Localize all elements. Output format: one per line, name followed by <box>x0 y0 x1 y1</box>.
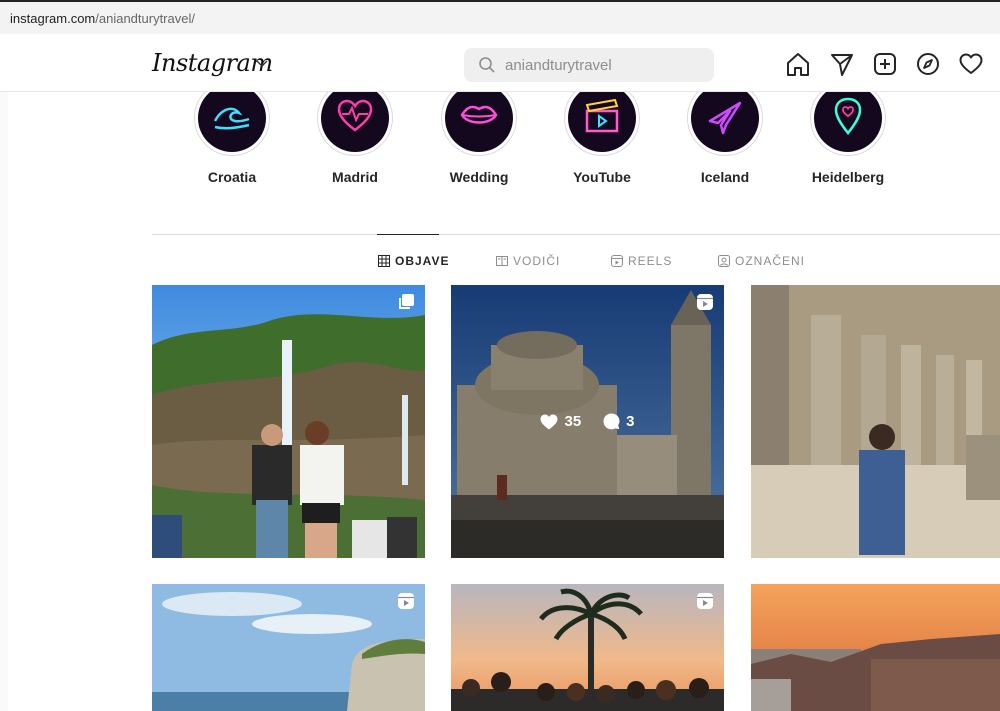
highlight-label: Croatia <box>207 169 257 185</box>
profile-tabs-divider <box>152 234 1000 235</box>
tagged-icon <box>718 255 730 267</box>
post-image-cliff-sea <box>152 584 425 711</box>
likes-value: 35 <box>564 413 582 430</box>
highlight-label: Heidelberg <box>811 169 885 185</box>
post-image-palm-sunset <box>451 584 724 711</box>
wave-icon <box>213 107 250 130</box>
active-tab-indicator <box>377 234 439 235</box>
grid-icon <box>378 255 390 267</box>
explore-compass-icon[interactable] <box>914 50 942 78</box>
tab-posts[interactable]: OBJAVE <box>378 254 449 268</box>
post-thumbnail[interactable] <box>451 584 724 711</box>
tab-label: VODIČI <box>513 254 561 268</box>
reels-icon <box>611 255 623 267</box>
home-icon[interactable] <box>784 50 812 78</box>
highlight-label: YouTube <box>573 169 631 185</box>
url-path: /aniandturytravel/ <box>95 11 195 26</box>
heart-filled-icon <box>540 414 558 429</box>
heartbeat-icon <box>337 99 373 132</box>
highlight-label: Iceland <box>700 169 750 185</box>
chevron-down-icon[interactable] <box>256 57 268 71</box>
highlight-cover <box>687 92 763 158</box>
highlight-label: Madrid <box>332 169 378 185</box>
tab-reels[interactable]: REELS <box>611 254 672 268</box>
url-host: instagram.com <box>10 11 96 26</box>
page-left-gutter <box>0 92 8 711</box>
guide-icon <box>496 256 508 266</box>
browser-address-bar[interactable]: instagram.com/aniandturytravel/ <box>0 0 1000 34</box>
highlight-youtube[interactable]: YouTube <box>557 92 647 185</box>
comments-value: 3 <box>626 413 635 430</box>
search-input[interactable]: aniandturytravel <box>464 48 714 82</box>
likes-count: 35 <box>540 413 581 430</box>
lips-icon <box>460 105 498 124</box>
post-thumbnail[interactable] <box>751 285 1000 558</box>
highlight-cover <box>441 92 517 158</box>
carousel-icon <box>397 293 415 316</box>
highlight-madrid[interactable]: Madrid <box>310 92 400 185</box>
highlight-heidelberg[interactable]: Heidelberg <box>803 92 893 185</box>
comments-count: 3 <box>603 413 635 430</box>
post-thumbnail[interactable] <box>152 584 425 711</box>
instagram-logo[interactable]: Instagram <box>152 49 273 77</box>
location-pin-icon <box>834 97 862 136</box>
post-image-waterfall <box>152 285 425 558</box>
highlight-label: Wedding <box>449 169 509 185</box>
highlight-cover <box>317 92 393 158</box>
direct-send-icon[interactable] <box>828 50 856 78</box>
reel-icon <box>696 592 714 615</box>
post-thumbnail[interactable]: 35 3 <box>451 285 724 558</box>
search-placeholder: aniandturytravel <box>505 57 612 74</box>
tab-label: OZNAČENI <box>735 254 806 268</box>
highlight-croatia[interactable]: Croatia <box>187 92 277 185</box>
url-text[interactable]: instagram.com/aniandturytravel/ <box>10 11 195 26</box>
highlight-iceland[interactable]: Iceland <box>680 92 770 185</box>
tab-guides[interactable]: VODIČI <box>496 254 560 268</box>
reel-icon <box>397 592 415 615</box>
new-post-icon[interactable] <box>871 50 899 78</box>
post-thumbnail[interactable] <box>751 584 1000 711</box>
highlight-wedding[interactable]: Wedding <box>434 92 524 185</box>
airplane-icon <box>708 101 742 135</box>
highlight-cover <box>564 92 640 158</box>
highlight-cover <box>810 92 886 158</box>
highlight-cover <box>194 92 270 158</box>
profile-tabs: OBJAVE VODIČI REELS OZNAČENI <box>0 254 1000 270</box>
clapperboard-icon <box>585 98 619 133</box>
reel-icon <box>696 293 714 316</box>
post-thumbnail[interactable] <box>152 285 425 558</box>
tab-tagged[interactable]: OZNAČENI <box>718 254 805 268</box>
post-image-amphitheater <box>751 285 1000 558</box>
search-icon <box>478 56 496 79</box>
activity-heart-icon[interactable] <box>957 50 985 78</box>
tab-label: OBJAVE <box>395 254 450 268</box>
posts-grid: 35 3 <box>152 285 1000 711</box>
post-image-sunset-city <box>751 584 1000 711</box>
comment-filled-icon <box>603 413 620 430</box>
top-navigation: Instagram aniandturytravel <box>0 35 1000 92</box>
story-highlights: Croatia Madrid Wedding YouTube Iceland H… <box>150 92 1000 202</box>
post-hover-overlay: 35 3 <box>451 285 724 558</box>
tab-label: REELS <box>628 254 673 268</box>
